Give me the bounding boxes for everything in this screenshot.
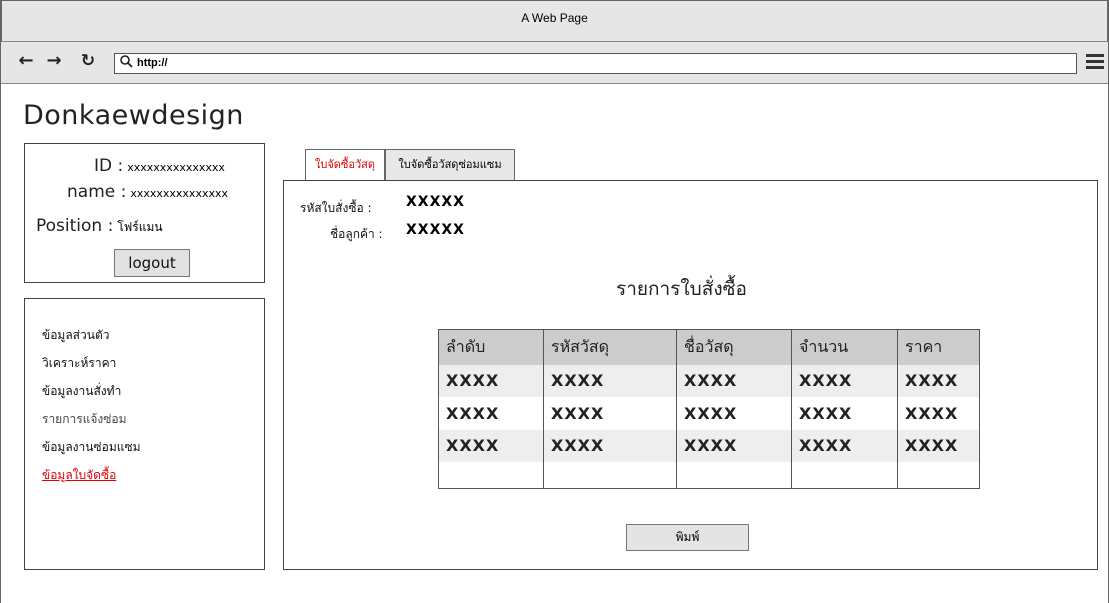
url-text: http:// <box>137 57 168 69</box>
table-row: XXXX XXXX XXXX XXXX XXXX <box>438 364 980 398</box>
table-cell: XXXX <box>897 364 980 398</box>
table-cell: XXXX <box>791 364 898 398</box>
title-bar: A Web Page <box>1 0 1108 42</box>
sidebar-item-custom-orders[interactable]: ข้อมูลงานสั่งทำ <box>42 382 121 401</box>
table-row: XXXX XXXX XXXX XXXX XXXX <box>438 429 980 463</box>
profile-position-row: Position : โฟร์แมน <box>36 216 163 237</box>
purchase-order-panel: รหัสใบสั่งซื้อ : XXXXX ชื่อลูกค้า : XXXX… <box>283 180 1098 570</box>
table-cell: XXXX <box>676 397 792 430</box>
sidebar-item-price-analysis[interactable]: วิเคราะห์ราคา <box>42 354 116 373</box>
order-list-title: รายการใบสั่งซื้อ <box>616 278 747 300</box>
print-button[interactable]: พิมพ์ <box>626 524 749 551</box>
table-cell: XXXX <box>543 429 677 463</box>
customer-field: ชื่อลูกค้า : <box>330 225 383 244</box>
back-arrow-icon[interactable]: ← <box>15 51 37 71</box>
position-value: โฟร์แมน <box>117 220 163 234</box>
profile-name-row: name : xxxxxxxxxxxxxxx <box>67 182 228 202</box>
sidebar-item-purchase-orders[interactable]: ข้อมูลใบจัดซื้อ <box>42 466 116 485</box>
table-cell: XXXX <box>446 403 500 423</box>
table-cell: XXXX <box>676 364 792 398</box>
brand-logo-text: Donkaewdesign <box>23 100 244 131</box>
order-items-table: ลำดับ รหัสวัสดุ ชื่อวัสดุ จำนวน ราคา XXX… <box>438 329 980 489</box>
logout-button[interactable]: logout <box>114 249 190 277</box>
col-header-seq: ลำดับ <box>438 329 544 365</box>
table-cell <box>439 462 544 488</box>
name-label: name : <box>67 182 127 202</box>
browser-toolbar: ← → ↻ http:// <box>1 42 1108 84</box>
customer-label: ชื่อลูกค้า : <box>330 227 383 241</box>
profile-id-row: ID : xxxxxxxxxxxxxxx <box>94 156 225 176</box>
reload-icon[interactable]: ↻ <box>77 51 99 71</box>
order-id-value: XXXXX <box>406 194 465 210</box>
sidebar-menu: ข้อมูลส่วนตัว วิเคราะห์ราคา ข้อมูลงานสั่… <box>24 298 265 570</box>
table-cell: XXXX <box>791 429 898 463</box>
table-cell: XXXX <box>543 397 677 430</box>
forward-arrow-icon[interactable]: → <box>43 51 65 71</box>
table-cell: XXXX <box>676 429 792 463</box>
sidebar-item-personal-info[interactable]: ข้อมูลส่วนตัว <box>42 326 109 345</box>
hamburger-menu-icon[interactable] <box>1086 54 1104 72</box>
table-cell <box>791 462 898 489</box>
table-cell: XXXX <box>438 364 544 398</box>
order-id-field: รหัสใบสั่งซื้อ : <box>300 199 372 218</box>
col-header-material-code: รหัสวัสดุ <box>543 329 677 365</box>
sidebar-item-repair-jobs[interactable]: ข้อมูลงานซ่อมแซม <box>42 438 141 457</box>
table-row <box>439 462 980 489</box>
table-cell: XXXX <box>438 429 544 463</box>
customer-value: XXXXX <box>406 222 465 238</box>
tab-repair-material-purchase[interactable]: ใบจัดซื้อวัสดุซ่อมแซม <box>385 149 515 180</box>
window-title: A Web Page <box>521 11 588 25</box>
sidebar-item-repair-requests[interactable]: รายการแจ้งซ่อม <box>42 410 127 429</box>
search-icon <box>120 55 133 72</box>
table-row: XXXX XXXX XXXX XXXX XXXX <box>439 397 980 430</box>
table-cell: XXXX <box>791 397 898 430</box>
address-bar[interactable]: http:// <box>114 53 1077 74</box>
col-header-material-name: ชื่อวัสดุ <box>676 329 792 365</box>
table-cell: XXXX <box>897 429 980 463</box>
table-header-row: ลำดับ รหัสวัสดุ ชื่อวัสดุ จำนวน ราคา <box>438 329 980 365</box>
id-label: ID : <box>94 156 124 176</box>
table-cell <box>543 462 677 489</box>
order-id-label: รหัสใบสั่งซื้อ : <box>300 201 372 215</box>
table-cell: XXXX <box>543 364 677 398</box>
table-cell <box>676 462 792 489</box>
table-cell <box>897 462 980 489</box>
col-header-price: ราคา <box>897 329 980 365</box>
col-header-quantity: จำนวน <box>791 329 898 365</box>
id-value: xxxxxxxxxxxxxxx <box>127 161 225 174</box>
table-cell: XXXX <box>897 397 980 430</box>
tab-material-purchase[interactable]: ใบจัดซื้อวัสดุ <box>305 149 385 180</box>
name-value: xxxxxxxxxxxxxxx <box>130 187 228 200</box>
browser-window: A Web Page ← → ↻ http:// Donkaewdesign I… <box>0 0 1109 603</box>
position-label: Position : <box>36 216 114 236</box>
profile-panel: ID : xxxxxxxxxxxxxxx name : xxxxxxxxxxxxxx… <box>24 143 265 283</box>
